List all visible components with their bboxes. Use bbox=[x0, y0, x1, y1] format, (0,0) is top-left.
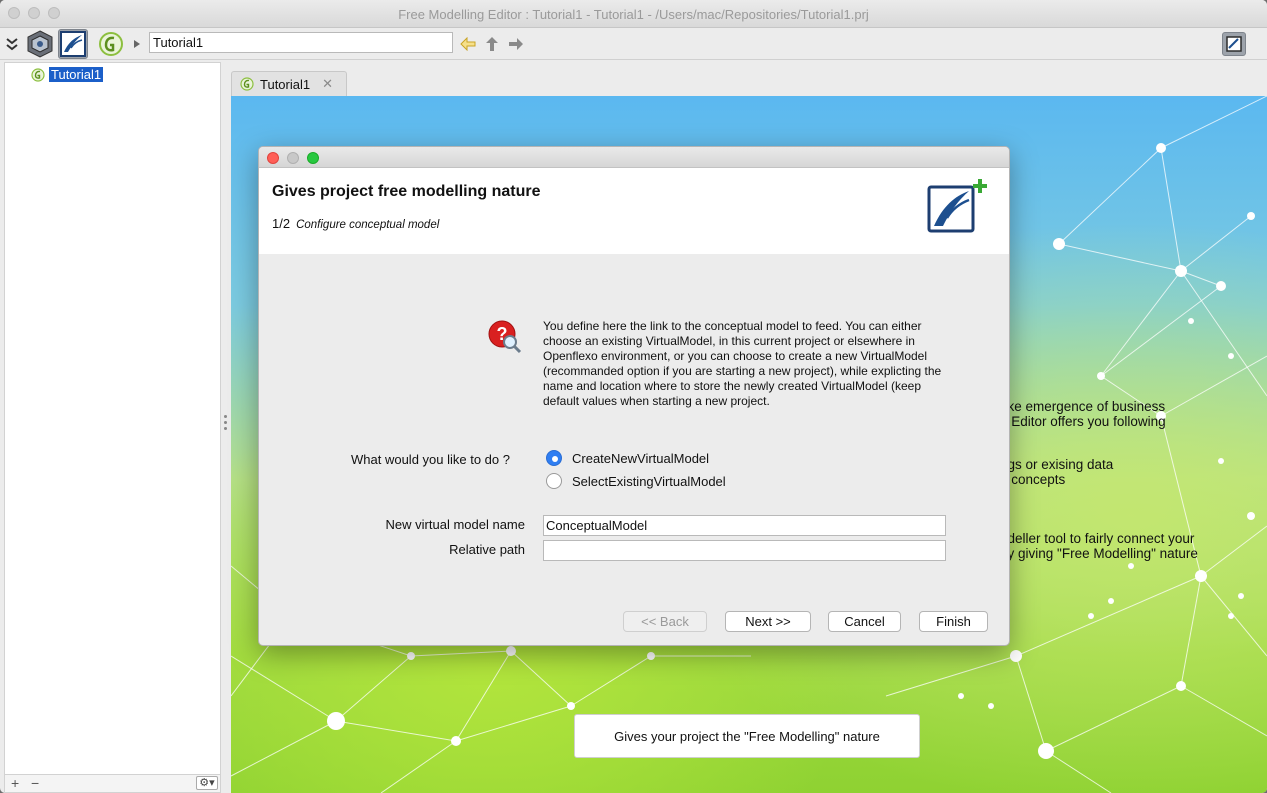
welcome-text-line: odeller tool to fairly connect your bbox=[1000, 531, 1195, 546]
wizard-step: 1/2 Configure conceptual model bbox=[272, 216, 439, 231]
welcome-text-line: g Editor offers you following bbox=[1000, 414, 1166, 429]
description-text: You define here the link to the conceptu… bbox=[543, 319, 942, 408]
green-project-icon bbox=[99, 32, 123, 56]
window-title: Free Modelling Editor : Tutorial1 - Tuto… bbox=[398, 7, 869, 22]
up-button[interactable] bbox=[482, 29, 502, 59]
application-window: Free Modelling Editor : Tutorial1 - Tuto… bbox=[0, 0, 1267, 793]
tree-footer: + − ⚙▾ bbox=[5, 774, 220, 792]
add-button[interactable]: + bbox=[11, 776, 19, 790]
arrow-up-icon bbox=[486, 37, 498, 51]
give-nature-button[interactable]: Gives your project the "Free Modelling" … bbox=[574, 714, 920, 758]
module-free-modelling-button[interactable] bbox=[58, 29, 88, 59]
radio-create-new[interactable]: CreateNewVirtualModel bbox=[546, 450, 709, 466]
step-counter: 1/2 bbox=[272, 216, 291, 231]
layout-toggle-button[interactable] bbox=[1222, 32, 1246, 56]
double-chevron-down-icon bbox=[6, 38, 18, 51]
project-icon bbox=[240, 77, 254, 91]
help-question-icon: ? bbox=[488, 320, 522, 354]
radio-label: SelectExistingVirtualModel bbox=[572, 473, 726, 489]
path-field-label: Relative path bbox=[449, 542, 525, 557]
dialog-zoom-button[interactable] bbox=[307, 152, 319, 164]
radio-selected-icon[interactable] bbox=[546, 450, 562, 466]
virtual-model-name-input[interactable] bbox=[543, 515, 946, 536]
radio-label: CreateNewVirtualModel bbox=[572, 450, 710, 466]
breadcrumb-expand-button[interactable] bbox=[130, 29, 144, 59]
dialog-minimize-button[interactable] bbox=[287, 152, 299, 164]
next-button[interactable]: Next >> bbox=[725, 611, 811, 632]
free-modelling-logo-icon bbox=[60, 31, 86, 57]
step-description: Configure conceptual model bbox=[296, 219, 440, 231]
dialog-title: Gives project free modelling nature bbox=[272, 183, 541, 200]
tree-item-project[interactable]: Tutorial1 bbox=[31, 67, 104, 82]
close-tab-icon[interactable]: ✕ bbox=[322, 76, 333, 92]
relative-path-input[interactable] bbox=[543, 540, 946, 561]
free-modelling-add-icon bbox=[927, 179, 987, 233]
editor-tabstrip: Tutorial1 ✕ bbox=[231, 71, 1267, 96]
project-tree-panel: Tutorial1 + − ⚙▾ bbox=[4, 62, 221, 793]
arrow-left-icon bbox=[460, 37, 476, 51]
module-openflexo-button[interactable] bbox=[25, 29, 55, 59]
dialog-title-bar bbox=[259, 147, 1009, 168]
name-field-label: New virtual model name bbox=[385, 517, 525, 532]
wizard-dialog: Gives project free modelling nature 1/2 C… bbox=[258, 146, 1010, 646]
triangle-right-icon bbox=[134, 40, 140, 48]
splitter-handle[interactable] bbox=[224, 415, 228, 435]
collapse-toolbar-button[interactable] bbox=[2, 29, 22, 59]
path-field[interactable]: Tutorial1 bbox=[149, 32, 453, 53]
choice-question-label: What would you like to do ? bbox=[351, 452, 510, 467]
project-icon bbox=[31, 67, 45, 82]
back-button[interactable] bbox=[458, 29, 478, 59]
dialog-header: Gives project free modelling nature 1/2 C… bbox=[259, 168, 1009, 254]
back-button[interactable]: << Back bbox=[623, 611, 707, 632]
welcome-text-line: ake emergence of business bbox=[1000, 399, 1166, 414]
forward-button[interactable] bbox=[506, 29, 526, 59]
main-toolbar: Tutorial1 bbox=[0, 28, 1267, 60]
finish-button[interactable]: Finish bbox=[919, 611, 988, 632]
tab-label: Tutorial1 bbox=[260, 76, 311, 92]
radio-unselected-icon[interactable] bbox=[546, 473, 562, 489]
welcome-text-line: by giving "Free Modelling" nature bbox=[1000, 546, 1198, 561]
title-bar: Free Modelling Editor : Tutorial1 - Tuto… bbox=[0, 0, 1267, 28]
arrow-right-icon bbox=[509, 38, 523, 50]
radio-select-existing[interactable]: SelectExistingVirtualModel bbox=[546, 473, 726, 489]
welcome-text-line: ngs or exising data bbox=[1000, 457, 1114, 472]
dialog-close-button[interactable] bbox=[267, 152, 279, 164]
layout-icon bbox=[1226, 36, 1242, 52]
remove-button[interactable]: − bbox=[31, 776, 39, 790]
tab-tutorial1[interactable]: Tutorial1 ✕ bbox=[231, 71, 347, 96]
cancel-button[interactable]: Cancel bbox=[828, 611, 901, 632]
settings-menu-button[interactable]: ⚙▾ bbox=[196, 776, 218, 790]
cube-module-icon bbox=[27, 30, 53, 58]
module-green-button[interactable] bbox=[96, 29, 126, 59]
gear-icon: ⚙▾ bbox=[199, 777, 215, 789]
tree-item-label: Tutorial1 bbox=[49, 67, 104, 82]
